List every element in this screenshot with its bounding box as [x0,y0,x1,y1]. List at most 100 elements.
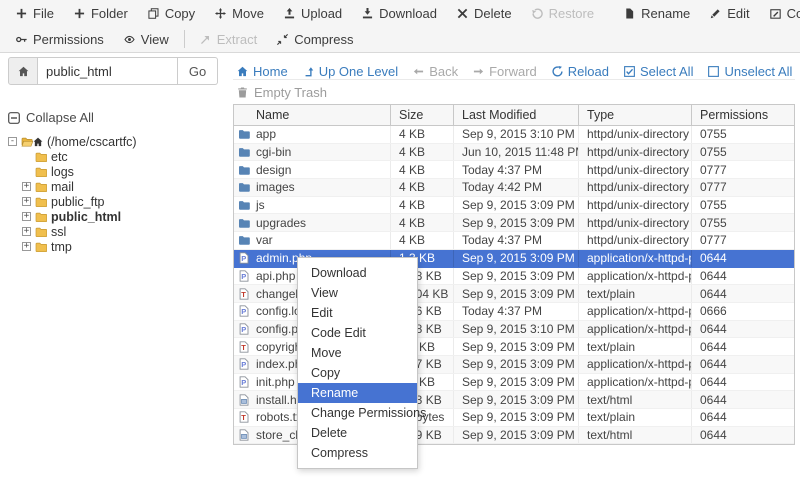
folder-icon [238,164,250,176]
compress-button[interactable]: Compress [267,26,363,52]
folder-icon [238,181,250,193]
move-button[interactable]: Move [205,0,274,26]
empty-trash-label: Empty Trash [254,85,327,100]
file-icon [624,8,635,19]
download-label: Download [379,6,437,21]
file-row-cgi-bin[interactable]: cgi-bin4 KBJun 10, 2015 11:48 PMhttpd/un… [234,144,794,162]
code-editor-button[interactable]: Code Editor [760,0,800,26]
rename-button[interactable]: Rename [614,0,700,26]
code-icon [770,8,781,19]
up-one-level-button[interactable]: Up One Level [303,64,399,79]
go-button[interactable]: Go [178,57,218,85]
up-one-level-label: Up One Level [319,64,399,79]
file-type-cell: httpd/unix-directory [579,144,692,161]
file-last-modified-cell: Sep 9, 2015 3:09 PM [454,214,579,231]
expand-toggle-icon[interactable]: + [22,212,31,221]
permissions-button[interactable]: Permissions [6,26,114,52]
tree-item-home-cscartfc[interactable]: -(/home/cscartfc) [8,134,230,149]
reload-button[interactable]: Reload [552,64,609,79]
select-all-button[interactable]: Select All [624,64,693,79]
download-button[interactable]: Download [352,0,447,26]
tree-item-label: etc [51,150,68,164]
column-header-name[interactable]: Name [234,105,391,125]
file-type-cell: text/html [579,427,692,444]
context-menu-item-code-edit[interactable]: Code Edit [298,323,417,343]
folder-icon [238,146,250,158]
svg-text:T: T [241,414,246,423]
file-permissions-cell: 0644 [692,268,794,285]
svg-text:P: P [241,307,246,316]
folder-button[interactable]: Folder [64,0,138,26]
view-button[interactable]: View [114,26,179,52]
tree-item-etc[interactable]: etc [8,149,230,164]
column-header-last-modified[interactable]: Last Modified [454,105,579,125]
delete-button[interactable]: Delete [447,0,522,26]
tree-item-tmp[interactable]: +tmp [8,239,230,254]
upload-label: Upload [301,6,342,21]
file-row-js[interactable]: js4 KBSep 9, 2015 3:09 PMhttpd/unix-dire… [234,197,794,215]
tree-item-public-html[interactable]: +public_html [8,209,230,224]
home-icon [33,137,43,147]
column-header-type[interactable]: Type [579,105,692,125]
context-menu-item-download[interactable]: Download [298,263,417,283]
column-header-permissions[interactable]: Permissions [692,105,794,125]
upload-button[interactable]: Upload [274,0,352,26]
file-size-cell: 4 KB [391,232,454,249]
file-name: var [256,233,273,247]
path-input[interactable] [38,57,178,85]
expand-toggle-icon[interactable]: + [22,182,31,191]
collapse-toggle-icon[interactable]: - [8,137,17,146]
file-type-cell: httpd/unix-directory [579,232,692,249]
file-row-app[interactable]: app4 KBSep 9, 2015 3:10 PMhttpd/unix-dir… [234,126,794,144]
page-php-icon: P [238,376,250,388]
file-name: app [256,127,276,141]
home-button[interactable]: Home [237,64,288,79]
copy-button[interactable]: Copy [138,0,205,26]
file-name: init.php [256,375,295,389]
expand-toggle-icon[interactable]: + [22,227,31,236]
context-menu-item-edit[interactable]: Edit [298,303,417,323]
file-button[interactable]: File [6,0,64,26]
tree-item-mail[interactable]: + mail [8,179,230,194]
permissions-label: Permissions [33,32,104,47]
file-row-var[interactable]: var4 KBToday 4:37 PMhttpd/unix-directory… [234,232,794,250]
edit-button[interactable]: Edit [700,0,759,26]
context-menu-item-delete[interactable]: Delete [298,423,417,443]
expand-toggle-icon[interactable]: + [22,197,31,206]
file-name-cell: var [234,232,391,249]
forward-label: Forward [489,64,537,79]
top-toolbar: FileFolderCopyMove Upload Download Delete Re… [0,0,800,53]
file-last-modified-cell: Today 4:37 PM [454,161,579,178]
delete-icon [457,8,468,19]
file-last-modified-cell: Sep 9, 2015 3:09 PM [454,356,579,373]
context-menu-item-move[interactable]: Move [298,343,417,363]
unselect-all-button[interactable]: Unselect All [708,64,792,79]
file-type-cell: httpd/unix-directory [579,161,692,178]
svg-text:T: T [241,343,246,352]
tree-item-ssl[interactable]: +ssl [8,224,230,239]
context-menu-item-view[interactable]: View [298,283,417,303]
file-permissions-cell: 0777 [692,161,794,178]
column-header-size[interactable]: Size [391,105,454,125]
file-permissions-cell: 0755 [692,197,794,214]
context-menu-item-copy[interactable]: Copy [298,363,417,383]
file-row-upgrades[interactable]: upgrades4 KBSep 9, 2015 3:09 PMhttpd/uni… [234,214,794,232]
folder-yellow-icon [35,211,47,223]
context-menu-item-compress[interactable]: Compress [298,443,417,463]
upload-icon [284,8,295,19]
home-addon-button[interactable] [8,57,38,85]
tree-item-label: mail [51,180,74,194]
svg-text:P: P [241,325,246,334]
tree-item-public-ftp[interactable]: +public_ftp [8,194,230,209]
file-row-design[interactable]: design4 KBToday 4:37 PMhttpd/unix-direct… [234,161,794,179]
page-php-icon: P [238,305,250,317]
file-last-modified-cell: Sep 9, 2015 3:10 PM [454,126,579,143]
context-menu-item-rename[interactable]: Rename [298,383,417,403]
context-menu-item-change-permissions[interactable]: Change Permissions [298,403,417,423]
tree-item-logs[interactable]: logs [8,164,230,179]
expand-toggle-icon[interactable]: + [22,242,31,251]
file-row-images[interactable]: images4 KBToday 4:42 PMhttpd/unix-direct… [234,179,794,197]
collapse-all-button[interactable]: Collapse All [8,110,230,125]
file-name-cell: app [234,126,391,143]
folder-yellow-icon [35,166,47,178]
